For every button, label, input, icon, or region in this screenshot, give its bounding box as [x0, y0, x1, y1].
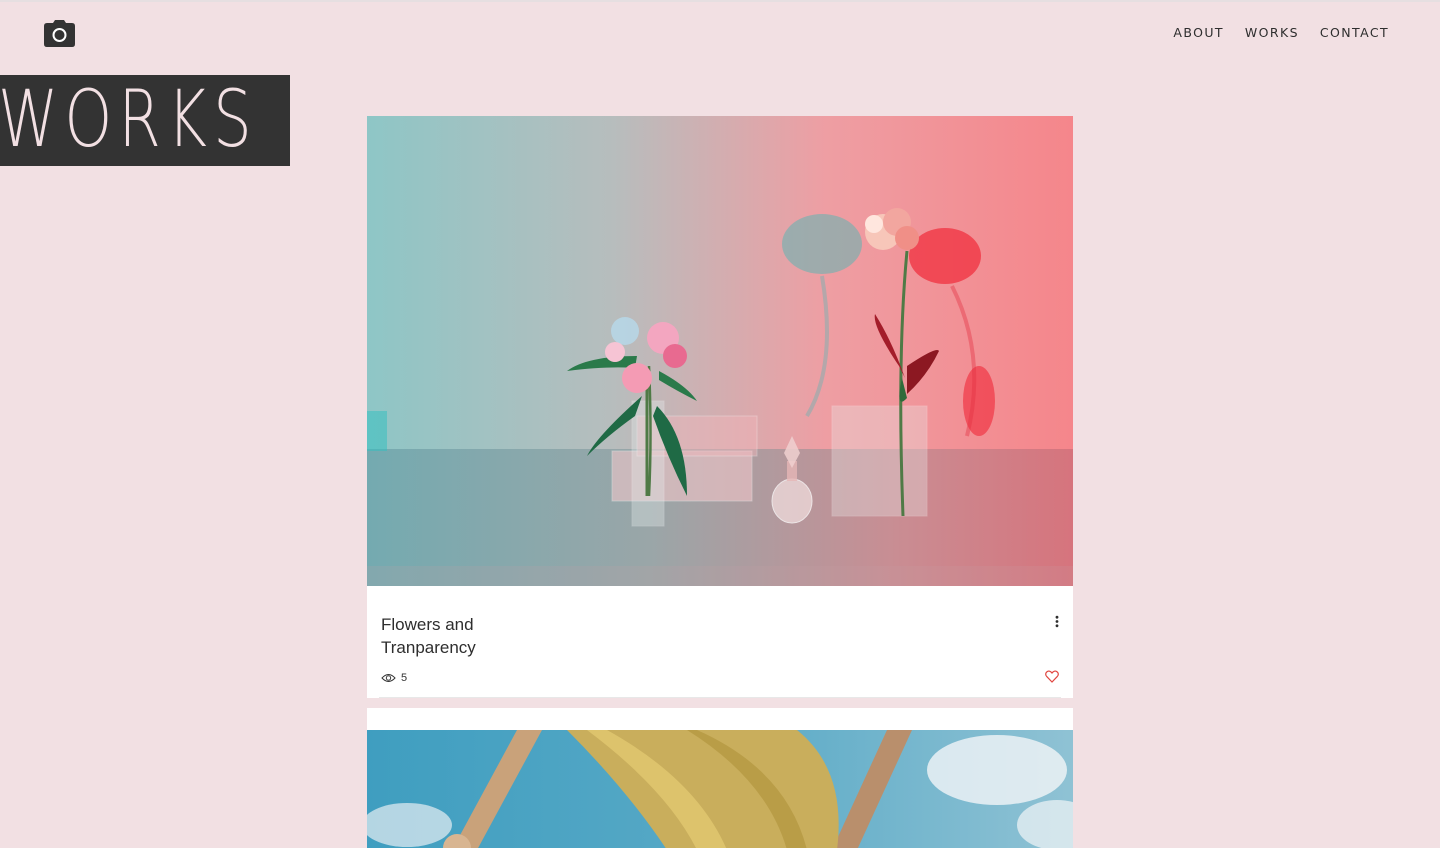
view-count-value: 5 — [401, 672, 408, 684]
post-title-line1: Flowers and — [381, 615, 474, 634]
post-image[interactable] — [367, 116, 1073, 586]
eye-icon — [381, 674, 396, 682]
post-card[interactable] — [367, 708, 1073, 848]
more-vertical-icon[interactable] — [1050, 615, 1064, 629]
nav-about[interactable]: ABOUT — [1173, 25, 1224, 40]
main-nav: ABOUT WORKS CONTACT — [1173, 25, 1389, 40]
post-title[interactable]: Flowers and Tranparency — [381, 613, 621, 659]
view-count: 5 — [381, 672, 407, 684]
nav-contact[interactable]: CONTACT — [1320, 25, 1389, 40]
top-border — [0, 0, 1440, 2]
heart-icon[interactable] — [1045, 670, 1059, 683]
nav-works[interactable]: WORKS — [1245, 25, 1299, 40]
divider — [379, 697, 1061, 698]
page-title: WORKS — [0, 75, 259, 165]
page-heading-block: WORKS — [0, 75, 290, 166]
post-title-line2: Tranparency — [381, 638, 476, 657]
post-card[interactable]: Flowers and Tranparency 5 — [367, 116, 1073, 698]
camera-icon[interactable] — [43, 19, 76, 48]
post-image[interactable] — [367, 730, 1073, 848]
